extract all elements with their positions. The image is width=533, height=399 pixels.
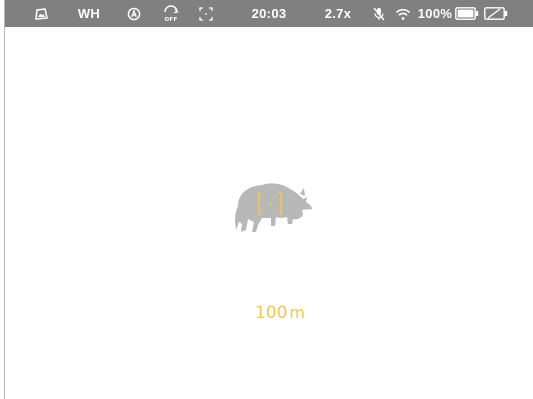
boar-silhouette-icon (235, 183, 312, 232)
reticle-center-dot (268, 202, 272, 206)
viewfinder: 100 m (0, 0, 533, 399)
distance-unit: m (289, 303, 306, 322)
thermal-device-screen: WH OFF 20:03 2.7x 100% 100 m (0, 0, 533, 399)
distance-value: 100 (254, 303, 288, 323)
distance-readout: 100 m (230, 302, 330, 324)
